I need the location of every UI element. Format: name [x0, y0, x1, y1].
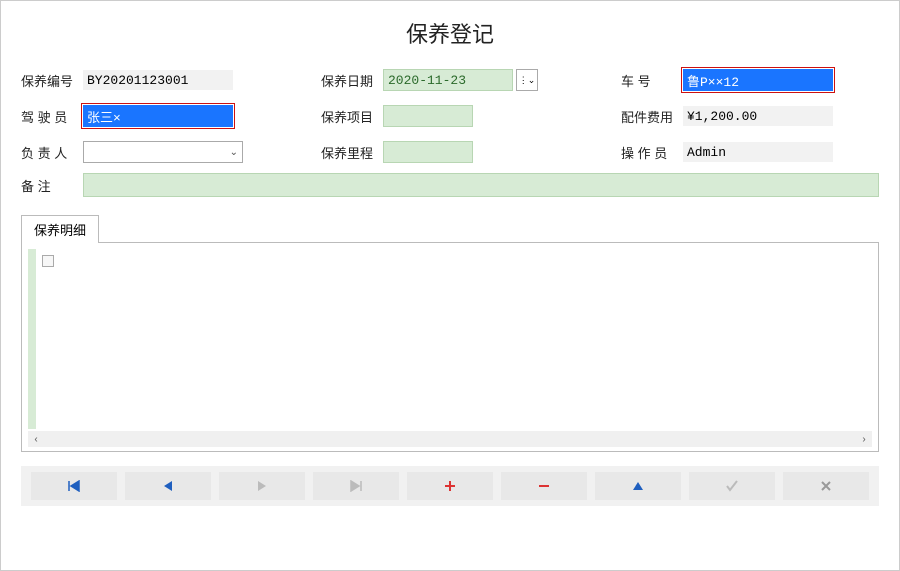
nav-prev-button[interactable]: [125, 472, 211, 500]
input-item[interactable]: [383, 105, 473, 127]
next-icon: [256, 480, 268, 492]
input-vehicle-no[interactable]: 鲁P××12: [683, 69, 833, 91]
label-maint-no: 保养编号: [21, 71, 79, 90]
label-remark: 备 注: [21, 176, 79, 195]
input-remark[interactable]: [83, 173, 879, 197]
last-icon: [349, 480, 363, 492]
page-title: 保养登记: [21, 17, 879, 49]
input-mileage[interactable]: [383, 141, 473, 163]
nav-first-button[interactable]: [31, 472, 117, 500]
chevron-down-icon: ⌄: [230, 147, 238, 158]
field-mileage: 保养里程: [321, 141, 601, 163]
nav-cancel-button[interactable]: [783, 472, 869, 500]
form-grid: 保养编号 BY20201123001 保养日期 2020-11-23 ⋮⌄ 车 …: [21, 69, 879, 163]
date-picker-button[interactable]: ⋮⌄: [516, 69, 538, 91]
label-operator: 操 作 员: [621, 143, 679, 162]
record-navigator: [21, 466, 879, 506]
field-operator: 操 作 员 Admin: [621, 141, 900, 163]
scroll-right-icon[interactable]: ›: [856, 431, 872, 447]
nav-last-button[interactable]: [313, 472, 399, 500]
nav-add-button[interactable]: [407, 472, 493, 500]
scroll-left-icon[interactable]: ‹: [28, 431, 44, 447]
minus-icon: [538, 480, 550, 492]
value-operator: Admin: [683, 142, 833, 162]
input-maint-date[interactable]: 2020-11-23: [383, 69, 513, 91]
label-driver: 驾 驶 员: [21, 107, 79, 126]
date-picker-icon: ⋮⌄: [519, 75, 536, 86]
nav-next-button[interactable]: [219, 472, 305, 500]
detail-grid[interactable]: [28, 249, 872, 429]
tab-detail[interactable]: 保养明细: [21, 215, 99, 243]
up-icon: [632, 480, 644, 492]
field-parts-fee: 配件费用 ¥1,200.00: [621, 105, 900, 127]
scroll-track[interactable]: [44, 431, 856, 447]
detail-section: 保养明细 ‹ ›: [21, 215, 879, 452]
label-item: 保养项目: [321, 107, 379, 126]
cross-icon: [820, 480, 832, 492]
label-mileage: 保养里程: [321, 143, 379, 162]
grid-row-selector[interactable]: [42, 255, 54, 267]
value-maint-no: BY20201123001: [83, 70, 233, 90]
label-vehicle-no: 车 号: [621, 71, 679, 90]
nav-up-button[interactable]: [595, 472, 681, 500]
field-maint-no: 保养编号 BY20201123001: [21, 69, 301, 91]
value-parts-fee: ¥1,200.00: [683, 106, 833, 126]
detail-panel: ‹ ›: [21, 242, 879, 452]
check-icon: [725, 480, 739, 492]
label-owner: 负 责 人: [21, 143, 79, 162]
horizontal-scrollbar[interactable]: ‹ ›: [28, 431, 872, 447]
field-driver: 驾 驶 员 张三×: [21, 105, 301, 127]
first-icon: [67, 480, 81, 492]
field-maint-date: 保养日期 2020-11-23 ⋮⌄: [321, 69, 601, 91]
input-driver[interactable]: 张三×: [83, 105, 233, 127]
maintenance-register-window: 保养登记 保养编号 BY20201123001 保养日期 2020-11-23 …: [0, 0, 900, 571]
prev-icon: [162, 480, 174, 492]
field-owner: 负 责 人 ⌄: [21, 141, 301, 163]
field-vehicle-no: 车 号 鲁P××12: [621, 69, 900, 91]
plus-icon: [444, 480, 456, 492]
field-item: 保养项目: [321, 105, 601, 127]
dropdown-owner[interactable]: ⌄: [83, 141, 243, 163]
nav-ok-button[interactable]: [689, 472, 775, 500]
label-parts-fee: 配件费用: [621, 107, 679, 126]
field-remark: 备 注: [21, 173, 879, 197]
label-maint-date: 保养日期: [321, 71, 379, 90]
nav-remove-button[interactable]: [501, 472, 587, 500]
